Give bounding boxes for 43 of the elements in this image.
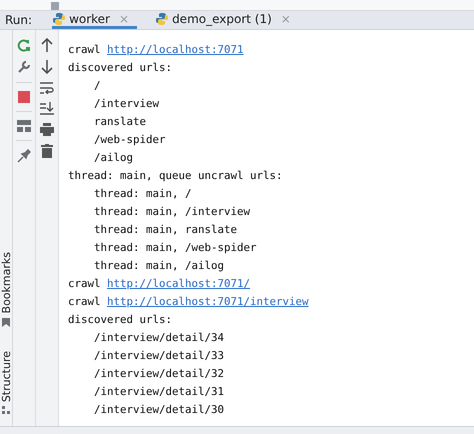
- python-icon: [52, 12, 66, 26]
- console-line: discovered urls:: [68, 312, 174, 328]
- run-tab[interactable]: demo_export (1) ×: [155, 11, 299, 29]
- up-arrow-icon[interactable]: [41, 38, 53, 52]
- console-line: /interview/detail/34: [93, 330, 226, 346]
- console-link[interactable]: http://localhost:7071/: [107, 276, 250, 291]
- run-label: Run:: [4, 12, 34, 29]
- layout-icon[interactable]: [17, 120, 31, 132]
- pin-icon[interactable]: [17, 149, 31, 163]
- print-icon[interactable]: [40, 123, 54, 136]
- structure-tool-tab[interactable]: Structure: [0, 350, 12, 402]
- console-line: thread: main, /ailog: [93, 258, 226, 274]
- console-line: thread: main, /web-spider: [93, 240, 258, 256]
- console-line: crawl http://localhost:7071: [68, 41, 245, 59]
- scroll-to-end-icon[interactable]: [40, 102, 54, 115]
- console-line: /interview/detail/33: [93, 348, 226, 364]
- python-icon: [155, 12, 170, 26]
- console-line: /ailog: [93, 150, 134, 166]
- console-link[interactable]: http://localhost:7071/interview: [107, 294, 309, 309]
- console-line: discovered urls:: [68, 60, 174, 76]
- console-link[interactable]: http://localhost:7071: [107, 42, 244, 57]
- structure-icon: [2, 406, 10, 414]
- console-line: /interview/detail/31: [93, 384, 226, 400]
- run-tab[interactable]: worker ×: [52, 11, 138, 29]
- console-line: crawl http://localhost:7071/interview: [68, 293, 310, 311]
- soft-wrap-icon[interactable]: [40, 82, 54, 94]
- console-line: /interview: [93, 96, 160, 112]
- bookmark-icon: [2, 318, 10, 327]
- trash-icon[interactable]: [41, 144, 53, 158]
- console-line: /: [93, 78, 102, 94]
- console-line: thread: main, queue uncrawl urls:: [68, 168, 284, 184]
- down-arrow-icon[interactable]: [41, 60, 53, 74]
- console-line: thread: main, /interview: [93, 204, 252, 220]
- bookmarks-tool-tab[interactable]: Bookmarks: [0, 252, 12, 314]
- wrench-icon[interactable]: [17, 60, 31, 74]
- console-line: /interview/detail/30: [93, 402, 226, 418]
- console-line: thread: main, /: [93, 186, 193, 202]
- console-line: ranslate: [93, 114, 148, 130]
- console-line: crawl http://localhost:7071/: [68, 275, 252, 293]
- rerun-icon[interactable]: [17, 38, 31, 52]
- console-line: /web-spider: [93, 132, 167, 148]
- console-line: thread: main, ranslate: [93, 222, 238, 238]
- console-line: /interview/detail/32: [93, 366, 226, 382]
